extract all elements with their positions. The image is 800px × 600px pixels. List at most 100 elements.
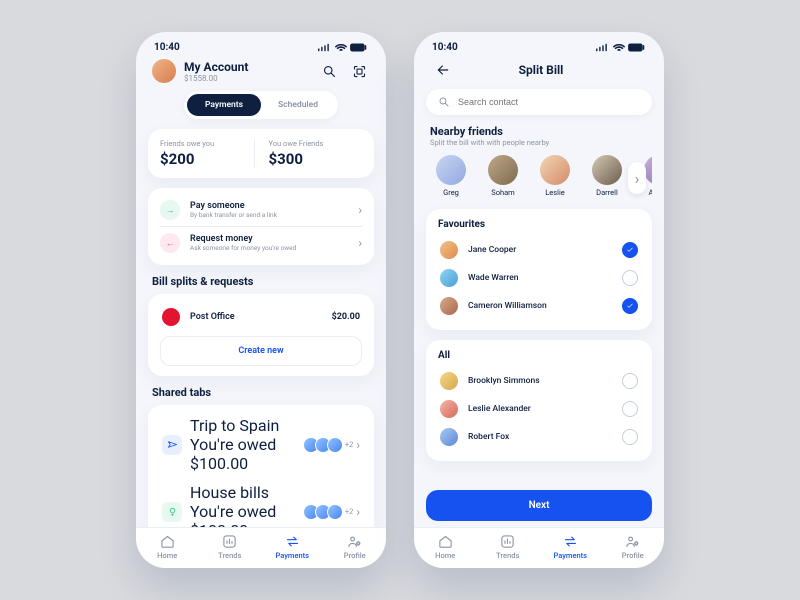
avatar xyxy=(592,155,622,185)
phone-account: 10:40 My Account $1558.00 Payments Sched… xyxy=(136,32,386,568)
avatar xyxy=(440,372,458,390)
contact-row[interactable]: Jane Cooper xyxy=(438,236,640,264)
transfer-icon xyxy=(285,534,300,549)
tab-profile[interactable]: Profile xyxy=(324,534,387,560)
bills-section-title: Bill splits & requests xyxy=(148,275,374,294)
avatars-pile: +2 › xyxy=(307,437,360,453)
contact-row[interactable]: Brooklyn Simmons xyxy=(438,367,640,395)
friends-owe-you-label: Friends owe you xyxy=(160,139,254,148)
checkbox[interactable] xyxy=(622,242,638,258)
favourites-card: Favourites Jane Cooper Wade Warren Camer… xyxy=(426,209,652,330)
avatar xyxy=(440,400,458,418)
tab-payments[interactable]: Payments xyxy=(187,94,261,116)
chart-icon xyxy=(222,534,237,549)
battery-icon xyxy=(628,43,646,52)
profile-icon xyxy=(625,534,640,549)
signal-icon xyxy=(318,43,332,52)
contact-row[interactable]: Cameron Williamson xyxy=(438,292,640,320)
tab-payments[interactable]: Payments xyxy=(539,534,602,560)
avatar xyxy=(488,155,518,185)
avatar xyxy=(440,297,458,315)
create-new-button[interactable]: Create new xyxy=(160,336,362,366)
arrow-right-icon: → xyxy=(160,200,180,220)
pay-someone-row[interactable]: → Pay someone By bank transfer or send a… xyxy=(160,194,362,226)
nearby-friend[interactable]: Soham xyxy=(482,155,524,197)
search-field[interactable] xyxy=(426,89,652,115)
search-button[interactable] xyxy=(318,60,340,82)
chart-icon xyxy=(500,534,515,549)
page-title: Split Bill xyxy=(454,63,628,77)
segment-control: Payments Scheduled xyxy=(184,91,338,119)
chevron-right-icon: › xyxy=(358,236,362,250)
chevron-right-icon: › xyxy=(356,438,360,452)
checkbox[interactable] xyxy=(622,429,638,445)
you-owe-friends-label: You owe Friends xyxy=(269,139,363,148)
post-office-icon xyxy=(162,308,180,326)
wifi-icon xyxy=(613,43,625,52)
chevron-right-icon: › xyxy=(358,203,362,217)
status-bar: 10:40 xyxy=(136,32,386,55)
contact-row[interactable]: Robert Fox xyxy=(438,423,640,451)
nearby-friends-row[interactable]: Greg Soham Leslie Darrell Arthur xyxy=(426,147,652,209)
tab-home[interactable]: Home xyxy=(414,534,477,560)
tab-bar: Home Trends Payments Profile xyxy=(414,527,664,568)
avatar xyxy=(436,155,466,185)
checkbox[interactable] xyxy=(622,298,638,314)
request-money-row[interactable]: ← Request money Ask someone for money yo… xyxy=(160,226,362,259)
status-indicators xyxy=(318,43,368,52)
home-icon xyxy=(438,534,453,549)
checkbox[interactable] xyxy=(622,270,638,286)
checkbox[interactable] xyxy=(622,373,638,389)
status-time: 10:40 xyxy=(432,42,458,53)
avatars-pile: +2 › xyxy=(307,504,360,520)
tab-payments[interactable]: Payments xyxy=(261,534,324,560)
nearby-friend[interactable]: Darrell xyxy=(586,155,628,197)
search-input[interactable] xyxy=(456,96,640,108)
next-button[interactable]: Next xyxy=(426,490,652,521)
arrow-left-icon xyxy=(435,62,451,78)
friends-owe-you-amount: $200 xyxy=(160,150,254,168)
nearby-header: Nearby friends Split the bill with with … xyxy=(426,125,652,147)
checkbox[interactable] xyxy=(622,401,638,417)
tab-trends[interactable]: Trends xyxy=(477,534,540,560)
avatar xyxy=(540,155,570,185)
battery-icon xyxy=(350,43,368,52)
bill-row[interactable]: Post Office $20.00 xyxy=(160,304,362,336)
account-balance: $1558.00 xyxy=(184,74,310,83)
status-time: 10:40 xyxy=(154,42,180,53)
avatar xyxy=(440,269,458,287)
account-header: My Account $1558.00 xyxy=(148,55,374,91)
signal-icon xyxy=(596,43,610,52)
contact-row[interactable]: Wade Warren xyxy=(438,264,640,292)
bulb-icon xyxy=(162,502,182,522)
nearby-friend[interactable]: Leslie xyxy=(534,155,576,197)
owe-summary-card: Friends owe you $200 You owe Friends $30… xyxy=(148,129,374,178)
shared-row[interactable]: House bills You're owed $100.00 +2 › xyxy=(160,478,362,527)
status-indicators xyxy=(596,43,646,52)
top-bar: Split Bill xyxy=(426,55,652,89)
chevron-right-icon: › xyxy=(635,169,640,188)
shared-row[interactable]: Trip to Spain You're owed $100.00 +2 › xyxy=(160,411,362,478)
tab-trends[interactable]: Trends xyxy=(199,534,262,560)
contact-row[interactable]: Leslie Alexander xyxy=(438,395,640,423)
chevron-right-icon: › xyxy=(356,505,360,519)
avatar[interactable] xyxy=(152,59,176,83)
scroll-next-button[interactable]: › xyxy=(628,162,646,194)
shared-section-title: Shared tabs xyxy=(148,386,374,405)
tab-profile[interactable]: Profile xyxy=(602,534,665,560)
page-title: My Account xyxy=(184,60,310,74)
profile-icon xyxy=(347,534,362,549)
actions-card: → Pay someone By bank transfer or send a… xyxy=(148,188,374,265)
qr-scan-icon xyxy=(352,64,367,79)
tab-scheduled[interactable]: Scheduled xyxy=(261,94,335,116)
nearby-friend[interactable]: Greg xyxy=(430,155,472,197)
scan-button[interactable] xyxy=(348,60,370,82)
tab-home[interactable]: Home xyxy=(136,534,199,560)
search-icon xyxy=(322,64,337,79)
bills-card: Post Office $20.00 Create new xyxy=(148,294,374,376)
back-button[interactable] xyxy=(432,59,454,81)
status-bar: 10:40 xyxy=(414,32,664,55)
home-icon xyxy=(160,534,175,549)
wifi-icon xyxy=(335,43,347,52)
check-icon xyxy=(626,302,634,310)
